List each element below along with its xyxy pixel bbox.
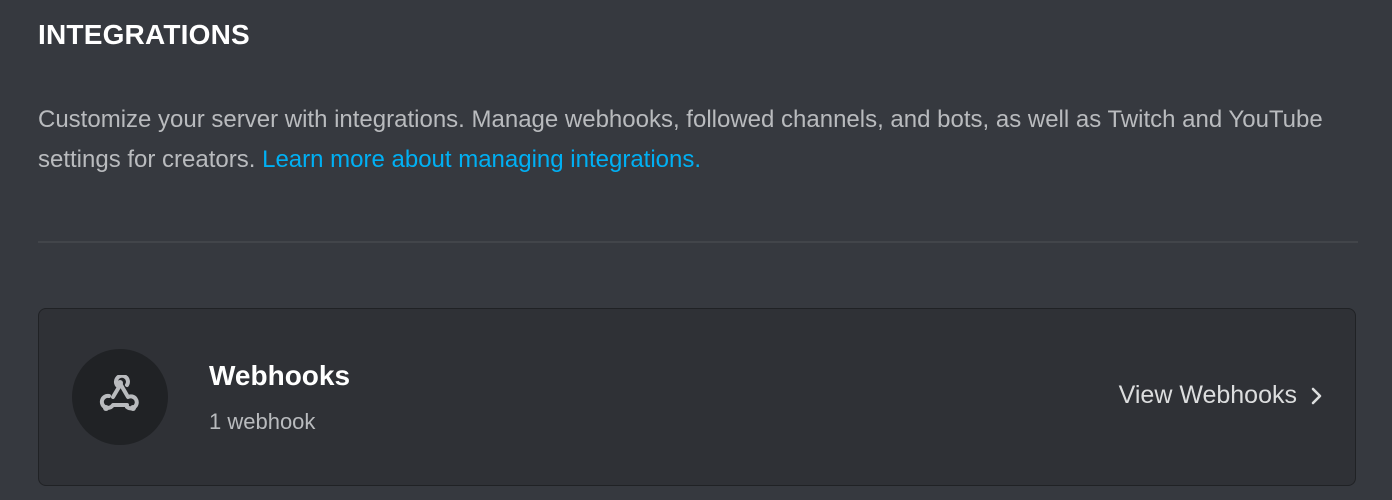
chevron-right-icon [1311, 386, 1323, 406]
integrations-description: Customize your server with integrations.… [38, 100, 1358, 180]
integrations-page: INTEGRATIONS Customize your server with … [0, 0, 1392, 500]
webhooks-card[interactable]: Webhooks 1 webhook View Webhooks [38, 308, 1356, 486]
section-divider [38, 241, 1358, 243]
webhooks-count: 1 webhook [209, 409, 316, 434]
view-webhooks-label: View Webhooks [1118, 381, 1297, 409]
learn-more-link[interactable]: Learn more about managing integrations. [262, 146, 701, 173]
webhooks-title: Webhooks [209, 360, 351, 391]
view-webhooks-button[interactable]: View Webhooks [1119, 381, 1323, 410]
page-title: INTEGRATIONS [38, 19, 250, 50]
webhook-icon-container [72, 349, 168, 445]
webhook-icon [99, 375, 139, 411]
